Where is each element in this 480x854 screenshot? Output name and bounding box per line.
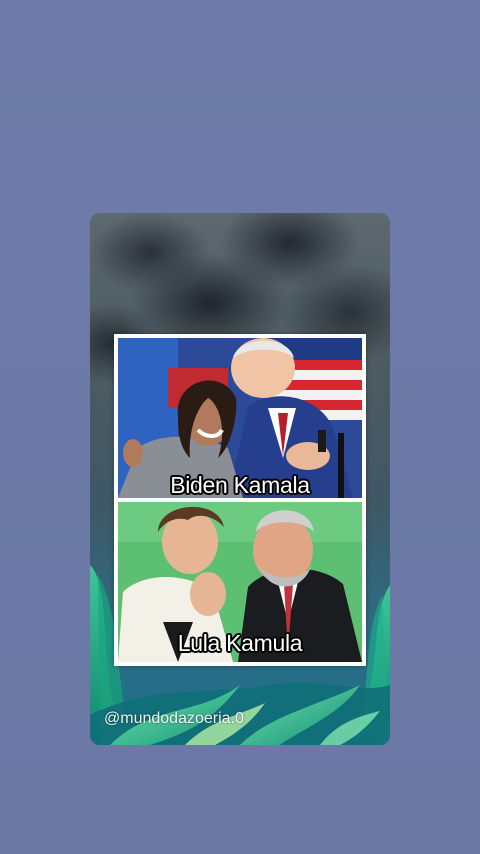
top-caption: Biden Kamala	[170, 472, 310, 498]
bottom-caption: Lula Kamula	[177, 630, 303, 656]
photo-biden-kamala: Biden Kamala	[118, 338, 362, 498]
story-viewer: Biden Kamala Lula Kamula @mundodazoeria.…	[0, 0, 480, 854]
photo-lula-dilma: Lula Kamula	[118, 502, 362, 662]
watermark-handle: @mundodazoeria.0	[104, 710, 244, 727]
meme-image: Biden Kamala Lula Kamula	[114, 334, 366, 666]
story-card[interactable]: Biden Kamala Lula Kamula @mundodazoeria.…	[90, 213, 390, 745]
